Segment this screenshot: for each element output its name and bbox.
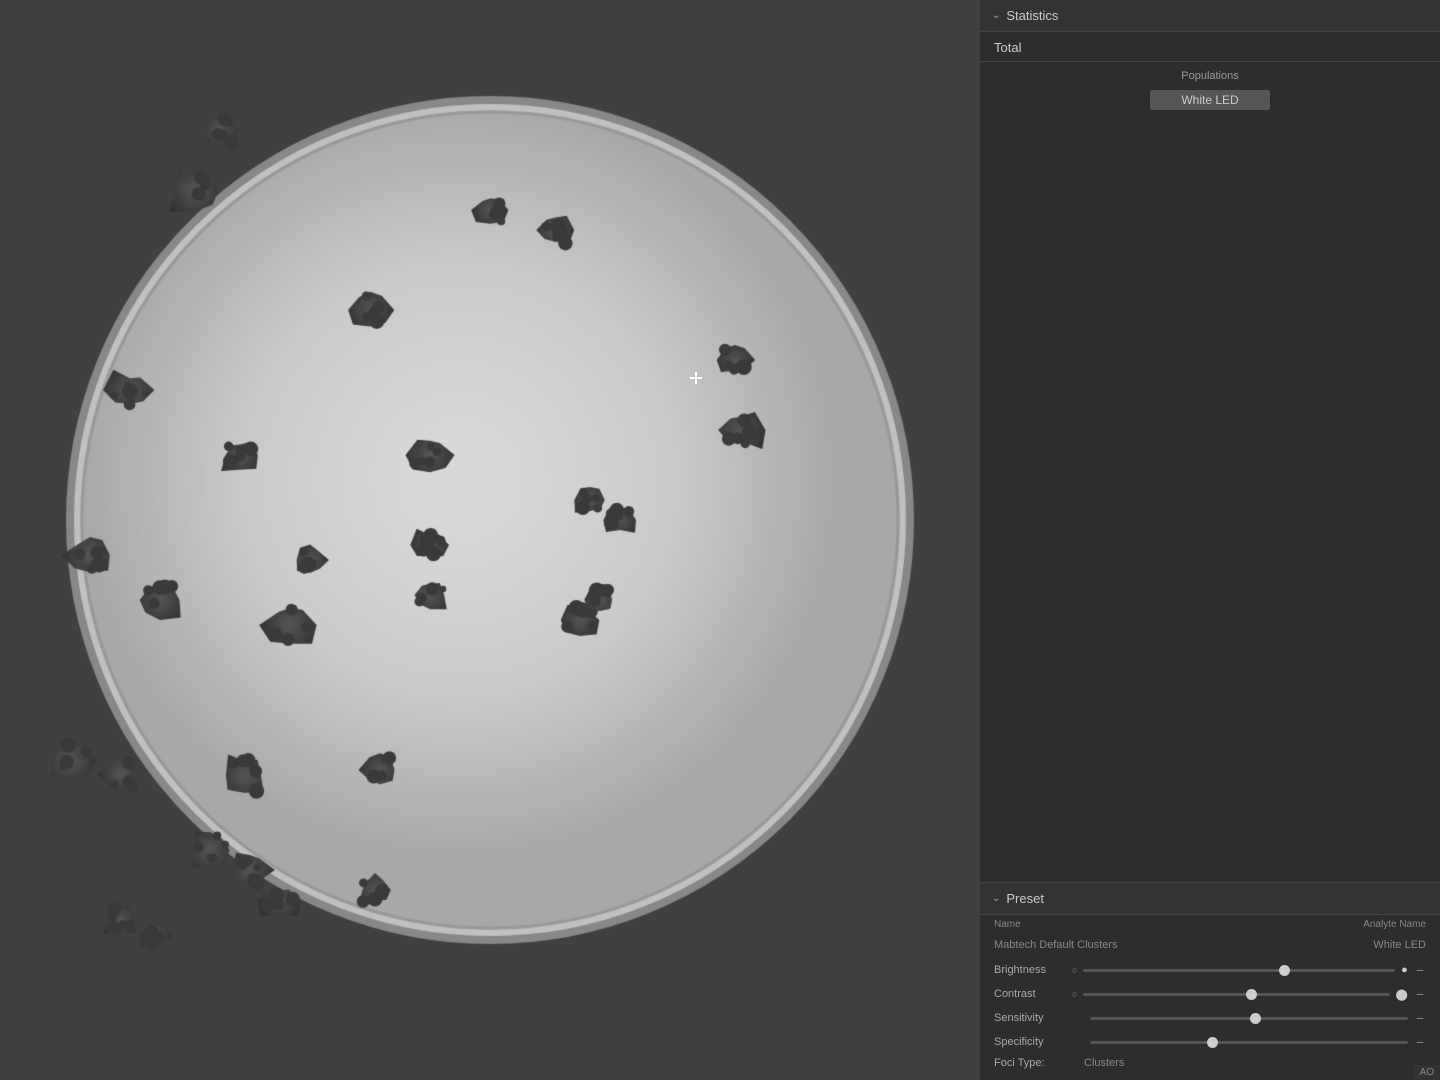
preset-analyte-col-header: Analyte Name [1363, 919, 1426, 930]
sensitivity-row: Sensitivity − [980, 1006, 1440, 1030]
brightness-minus-button[interactable]: − [1414, 962, 1426, 978]
specificity-slider[interactable] [1090, 1041, 1408, 1044]
statistics-total-label: Total [980, 32, 1440, 59]
statistics-section: ⌄ Statistics Total Populations White LED [980, 0, 1440, 882]
divider [980, 61, 1440, 62]
preset-name-value: Mabtech Default Clusters [994, 939, 1326, 951]
contrast-high-icon: ⬤ [1396, 988, 1408, 1001]
contrast-row: Contrast ○ ⬤ − [980, 982, 1440, 1006]
preset-name-col-header: Name [994, 919, 1363, 930]
statistics-body [980, 114, 1440, 882]
specificity-label: Specificity [994, 1036, 1066, 1048]
preset-title: Preset [1006, 891, 1044, 906]
preset-column-headers: Name Analyte Name [980, 915, 1440, 932]
preset-values-row: Mabtech Default Clusters White LED [980, 932, 1440, 958]
statistics-title: Statistics [1006, 8, 1058, 23]
corner-label: AO [1414, 1065, 1440, 1080]
foci-type-row: Foci Type: Clusters [980, 1054, 1440, 1072]
sensitivity-label: Sensitivity [994, 1012, 1066, 1024]
brightness-slider[interactable] [1083, 969, 1395, 972]
contrast-slider[interactable] [1083, 993, 1389, 996]
brightness-low-icon: ○ [1072, 965, 1077, 975]
foci-type-label: Foci Type: [994, 1057, 1084, 1069]
petri-dish-image [0, 0, 980, 1080]
contrast-label: Contrast [994, 988, 1066, 1000]
specificity-minus-button[interactable]: − [1414, 1034, 1426, 1050]
sensitivity-minus-button[interactable]: − [1414, 1010, 1426, 1026]
contrast-low-icon: ○ [1072, 989, 1077, 999]
preset-chevron-icon[interactable]: ⌄ [992, 893, 1000, 904]
preset-header: ⌄ Preset [980, 883, 1440, 915]
foci-type-value: Clusters [1084, 1057, 1124, 1069]
statistics-chevron-icon[interactable]: ⌄ [992, 10, 1000, 21]
contrast-minus-button[interactable]: − [1414, 986, 1426, 1002]
image-panel [0, 0, 980, 1080]
white-led-button[interactable]: White LED [1150, 90, 1270, 110]
statistics-header: ⌄ Statistics [980, 0, 1440, 32]
brightness-high-icon: ● [1401, 964, 1408, 976]
sensitivity-slider[interactable] [1090, 1017, 1408, 1020]
brightness-row: Brightness ○ ● − [980, 958, 1440, 982]
preset-section: ⌄ Preset Name Analyte Name Mabtech Defau… [980, 882, 1440, 1080]
preset-analyte-value: White LED [1326, 939, 1426, 951]
right-panel: ⌄ Statistics Total Populations White LED… [980, 0, 1440, 1080]
populations-header: Populations [980, 64, 1440, 86]
specificity-row: Specificity − [980, 1030, 1440, 1054]
brightness-label: Brightness [994, 964, 1066, 976]
